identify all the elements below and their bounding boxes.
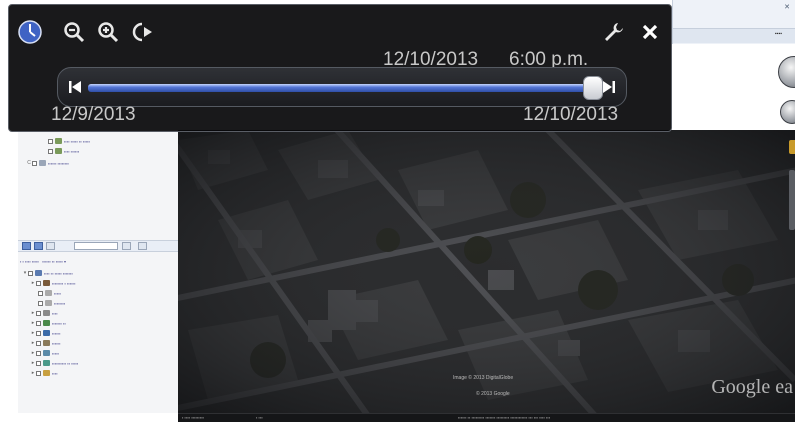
toolbar-button[interactable] — [46, 242, 55, 250]
time-slider-fill — [88, 84, 593, 92]
range-start-date: 12/9/2013 — [51, 104, 136, 125]
layer-item[interactable]: ▪▪▪▪▪▪▪▪ — [38, 298, 65, 308]
toolbar-button[interactable] — [34, 242, 43, 250]
satellite-imagery — [178, 130, 795, 413]
places-item[interactable]: C ▪▪▪▪▪▪ ▪▪▪▪▪▪▪▪ — [26, 158, 69, 168]
close-icon[interactable] — [637, 19, 663, 45]
time-slider-panel: 12/10/2013 6:00 p.m. 12/9/2013 12/10/201… — [8, 4, 672, 132]
street-view-pegman-icon[interactable] — [789, 140, 795, 154]
toolbar-button[interactable]: ▪▪▪▪ — [775, 31, 782, 37]
zoom-out-icon[interactable] — [61, 19, 87, 45]
range-end-date: 12/10/2013 — [523, 104, 619, 125]
zoom-slider[interactable] — [789, 170, 795, 230]
places-item[interactable]: ▪▪▪▪ ▪▪▪▪▪▪ — [48, 146, 79, 156]
layer-item[interactable]: ▸ ▪▪▪▪▪▪▪▪▪▪ ▪▪ ▪▪▪▪▪ — [30, 358, 78, 368]
layers-toolbar — [18, 240, 178, 252]
settings-wrench-icon[interactable] — [601, 19, 627, 45]
layers-header: ▪ ▪ ▪▪▪▪ ▪▪▪▪▪ ▪▪▪▪▪▪ ▪▪ ▪▪▪▪▪ ▾ — [20, 258, 67, 264]
layer-item[interactable]: ▸ ▪▪▪▪▪▪▪ ▪▪ — [30, 318, 66, 328]
google-watermark: Google ea — [711, 376, 793, 398]
animation-play-icon[interactable] — [131, 19, 157, 45]
toolbar-strip: ✕ ▪▪▪▪ — [672, 0, 795, 44]
time-slider-track[interactable] — [57, 67, 627, 107]
sidebar-panel: ▪▪▪▪ ▪▪▪▪▪ ▪▪ ▪▪▪▪▪ ▪▪▪▪ ▪▪▪▪▪▪ C ▪▪▪▪▪▪ … — [18, 130, 179, 413]
clock-icon[interactable] — [17, 19, 43, 45]
imagery-credit: Image © 2013 DigitalGlobe — [453, 375, 514, 381]
toolbar-button[interactable] — [138, 242, 147, 250]
copyright-text: © 2013 Google — [476, 391, 510, 397]
layer-item[interactable]: ▾ ▪▪▪▪ ▪▪ ▪▪▪▪▪ ▪▪▪▪▪▪▪ — [22, 268, 73, 278]
window-close-icon[interactable]: ✕ — [784, 3, 790, 11]
time-slider-handle[interactable] — [582, 76, 603, 100]
look-around-control[interactable] — [778, 56, 795, 88]
move-control[interactable] — [780, 100, 795, 124]
zoom-in-icon[interactable] — [95, 19, 121, 45]
layer-item[interactable]: ▸ ▪▪▪▪▪▪ — [30, 338, 61, 348]
search-input[interactable] — [74, 242, 118, 250]
layer-item[interactable]: ▸ ▪▪▪▪▪▪ — [30, 328, 61, 338]
satellite-map[interactable]: Image © 2013 DigitalGlobe © 2013 Google … — [178, 130, 795, 413]
layer-item[interactable]: ▪▪▪▪▪ — [38, 288, 61, 298]
toolbar-button[interactable] — [22, 242, 31, 250]
layer-item[interactable]: ▸ ▪▪▪▪ — [30, 368, 58, 378]
skip-to-end-icon[interactable] — [602, 80, 616, 99]
layer-item[interactable]: ▸ ▪▪▪▪ — [30, 308, 58, 318]
places-item[interactable]: ▪▪▪▪ ▪▪▪▪▪ ▪▪ ▪▪▪▪▪ — [48, 136, 90, 146]
layer-item[interactable]: ▸ ▪▪▪▪▪ — [30, 348, 59, 358]
skip-to-start-icon[interactable] — [68, 80, 82, 99]
layer-item[interactable]: ▸ ▪▪▪▪▪▪▪▪ ▪ ▪▪▪▪▪▪ — [30, 278, 76, 288]
toolbar-button[interactable] — [122, 242, 131, 250]
